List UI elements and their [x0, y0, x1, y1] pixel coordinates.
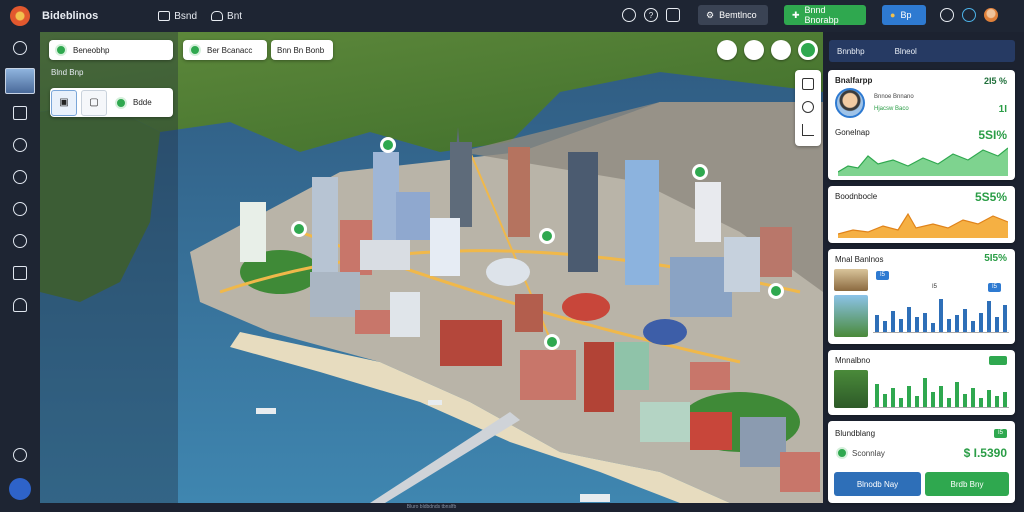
rotate-icon[interactable] — [771, 40, 791, 60]
map-pin[interactable] — [380, 137, 396, 153]
bar-chart-blue — [873, 299, 1009, 333]
clock-icon[interactable] — [802, 101, 814, 113]
map-pin[interactable] — [692, 164, 708, 180]
map-chip-filter[interactable]: Ber Bcanacc — [183, 40, 267, 60]
tab-details[interactable]: Blneol — [895, 47, 917, 56]
power-icon[interactable] — [13, 448, 27, 462]
refresh-icon[interactable] — [13, 234, 27, 248]
card-value: 5I5% — [984, 253, 1007, 264]
secondary-action-button[interactable]: Brdb Bny — [925, 472, 1009, 496]
dashboard-button[interactable]: ⚙ Bemtlnco — [698, 5, 768, 25]
building-icon[interactable] — [13, 106, 27, 120]
map-caption: Bluro bldbdnds tbnslfb — [40, 503, 823, 512]
map-pin[interactable] — [539, 228, 555, 244]
map-pin[interactable] — [544, 334, 560, 350]
left-rail — [0, 32, 40, 512]
primary-action-button[interactable]: Blnodb Nay — [834, 472, 921, 496]
budget-card: Blundblang I5 Sconnlay $ I.5390 Blnodb N… — [828, 421, 1015, 503]
card-value: 5S5% — [974, 190, 1007, 204]
help-icon[interactable]: ? — [644, 8, 658, 22]
chat-icon[interactable] — [666, 8, 680, 22]
app-logo-icon — [10, 6, 30, 26]
location-icon — [55, 44, 67, 56]
compass-icon[interactable] — [13, 170, 27, 184]
legend-tag: I5 — [876, 271, 890, 280]
profile-sub: Hjacsw Baco — [874, 106, 909, 112]
user-avatar[interactable] — [984, 8, 998, 22]
sync-icon[interactable] — [962, 8, 976, 22]
photo-thumb[interactable] — [834, 295, 868, 337]
coin-icon: ● — [890, 10, 896, 20]
tool-group: ▣ ▢ Bdde — [50, 88, 173, 117]
account-icon[interactable] — [9, 478, 31, 500]
topbar-right: ? ⚙ Bemtlnco ✚ Bnnd Bnorabp ● Bp — [622, 5, 998, 25]
transit-icon[interactable] — [802, 78, 814, 90]
budget-tag: I5 — [993, 429, 1007, 438]
status-tag — [989, 356, 1007, 365]
car-icon — [211, 11, 224, 21]
shield-icon[interactable] — [940, 8, 954, 22]
camera-button[interactable]: ▣ — [51, 89, 77, 116]
card-percent: 2I5 % — [983, 76, 1007, 86]
card-title: Mnnalbno — [835, 356, 871, 365]
menu-item-bnt[interactable]: Bnt — [211, 11, 242, 22]
cloud-icon[interactable] — [13, 298, 27, 312]
filter-icon — [189, 44, 201, 56]
card-title: Bnalfarpp — [835, 76, 873, 85]
profile-name: Bnnoe Bnnano — [874, 94, 914, 100]
layers-icon[interactable] — [744, 40, 764, 60]
legend-tag: I5 — [928, 283, 942, 292]
growth-card: Boodnbocle 5S5% — [828, 186, 1015, 243]
card-title: Blundblang — [835, 429, 876, 438]
bar-chart-card: Mnal Banlnos 5I5% I5 I5 I5 — [828, 249, 1015, 344]
gear-icon: ⚙ — [706, 9, 715, 20]
user-profile-thumb[interactable] — [5, 68, 35, 94]
photo-thumb[interactable] — [834, 370, 868, 408]
zoom-icon[interactable] — [717, 40, 737, 60]
stats-card: Mnnalbno — [828, 350, 1015, 415]
plus-icon: ✚ — [792, 9, 800, 20]
summary-card: Bnalfarpp 2I5 % Bnnoe Bnnano Hjacsw Baco… — [828, 70, 1015, 180]
bar-chart-green — [873, 378, 1009, 408]
photo-thumb[interactable] — [834, 269, 868, 291]
map-pin[interactable] — [768, 283, 784, 299]
chart-title: Gonelnap — [835, 128, 870, 137]
area-chart-green — [838, 147, 1008, 176]
profile-sub-value: 1I — [998, 104, 1007, 115]
map-pin[interactable] — [291, 221, 307, 237]
budget-sub: Sconnlay — [852, 449, 885, 458]
leaf-icon[interactable] — [798, 40, 818, 60]
search-chip[interactable]: Beneobhp — [49, 40, 173, 60]
area-chart-orange — [838, 212, 1008, 238]
window-icon — [158, 11, 171, 21]
top-bar: Bideblinos Bsnd Bnt ? ⚙ Bemtlnco ✚ Bnnd … — [0, 0, 1024, 32]
legend-tag: I5 — [988, 283, 1002, 292]
coins-button[interactable]: ● Bp — [882, 5, 926, 25]
menu-item-bsnd[interactable]: Bsnd — [158, 11, 197, 22]
settings-icon[interactable] — [13, 138, 27, 152]
wallet-icon — [836, 447, 848, 459]
new-order-button[interactable]: ✚ Bnnd Bnorabp — [784, 5, 866, 25]
document-icon[interactable] — [13, 266, 27, 280]
app-title: Bideblinos — [42, 10, 99, 22]
measure-icon[interactable] — [802, 124, 814, 136]
profile-avatar[interactable] — [835, 88, 865, 118]
map-chip-layer[interactable]: Bnn Bn Bonb — [271, 40, 333, 60]
budget-value: $ I.5390 — [963, 446, 1007, 460]
card-title: Mnal Banlnos — [835, 255, 884, 264]
panel-header: Bnnbhp Blneol — [829, 40, 1015, 62]
chart-value: 5SI% — [978, 128, 1007, 142]
search-icon[interactable] — [622, 8, 636, 22]
globe-icon[interactable] — [13, 41, 27, 55]
card-title: Boodnbocle — [835, 192, 878, 201]
status-icon — [115, 96, 127, 109]
section-label: Blnd Bnp — [51, 68, 84, 77]
map-tool-column — [795, 70, 821, 146]
tab-overview[interactable]: Bnnbhp — [837, 47, 865, 56]
box-button[interactable]: ▢ — [81, 89, 107, 116]
message-icon[interactable] — [13, 202, 27, 216]
